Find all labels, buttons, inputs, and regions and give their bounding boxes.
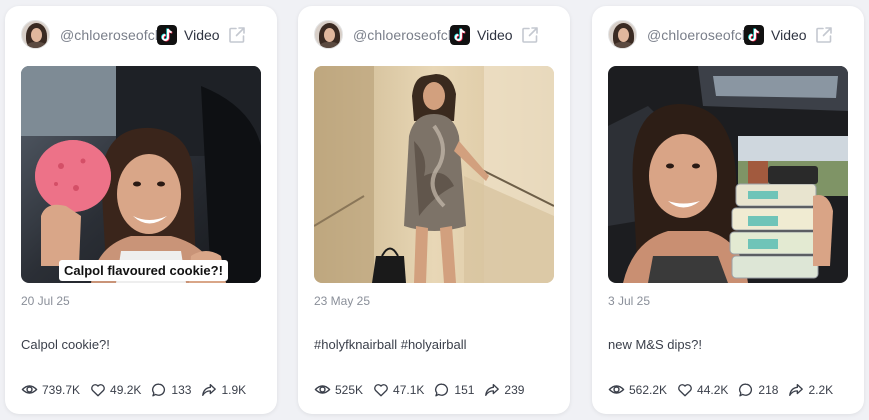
eye-icon xyxy=(608,385,625,394)
likes-count: 49.2K xyxy=(110,382,142,397)
views-stat: 739.7K xyxy=(21,381,80,398)
post-card[interactable]: @chloeroseofcl Video xyxy=(592,6,864,414)
likes-stat: 44.2K xyxy=(677,382,728,398)
post-date: 20 Jul 25 xyxy=(21,294,70,308)
avatar[interactable] xyxy=(608,20,637,49)
eye-icon xyxy=(314,385,331,394)
stats-row: 525K 47.1K 151 239 xyxy=(314,381,534,398)
share-icon xyxy=(789,383,804,396)
likes-stat: 49.2K xyxy=(90,382,141,398)
views-stat: 562.2K xyxy=(608,381,667,398)
stats-row: 562.2K 44.2K 218 2.2K xyxy=(608,381,843,398)
comments-count: 218 xyxy=(758,382,779,397)
external-link-icon[interactable] xyxy=(227,25,247,45)
comments-stat: 133 xyxy=(151,382,191,398)
comment-icon xyxy=(739,383,753,396)
avatar[interactable] xyxy=(314,20,343,49)
shares-count: 239 xyxy=(504,382,525,397)
views-count: 739.7K xyxy=(42,382,81,397)
tiktok-icon xyxy=(450,25,470,45)
shares-count: 1.9K xyxy=(221,382,247,397)
tiktok-icon xyxy=(157,25,177,45)
likes-count: 47.1K xyxy=(393,382,425,397)
views-count: 525K xyxy=(335,382,364,397)
likes-stat: 47.1K xyxy=(373,382,424,398)
comment-icon xyxy=(435,383,449,396)
post-description: new M&S dips?! xyxy=(608,337,702,352)
comment-icon xyxy=(152,383,166,396)
card-header: @chloeroseofcl Video xyxy=(5,6,277,66)
post-card[interactable]: @chloeroseofcl Video xyxy=(5,6,277,414)
heart-icon xyxy=(91,383,105,396)
username[interactable]: @chloeroseofcl xyxy=(647,27,745,43)
shares-stat: 239 xyxy=(484,382,524,398)
card-header: @chloeroseofcl Video xyxy=(298,6,570,66)
views-count: 562.2K xyxy=(629,382,668,397)
share-icon xyxy=(485,383,500,396)
post-type-label: Video xyxy=(477,27,513,43)
share-icon xyxy=(202,383,217,396)
shares-stat: 1.9K xyxy=(201,382,246,398)
post-card[interactable]: @chloeroseofcl Video xyxy=(298,6,570,414)
tiktok-icon xyxy=(744,25,764,45)
comments-count: 133 xyxy=(171,382,192,397)
username[interactable]: @chloeroseofcl xyxy=(60,27,158,43)
comments-stat: 151 xyxy=(434,382,474,398)
heart-icon xyxy=(678,383,692,396)
post-date: 23 May 25 xyxy=(314,294,371,308)
avatar[interactable] xyxy=(21,20,50,49)
views-stat: 525K xyxy=(314,381,363,398)
heart-icon xyxy=(374,383,388,396)
stats-row: 739.7K 49.2K 133 1.9K xyxy=(21,381,256,398)
video-thumbnail[interactable]: Calpol flavoured cookie?! xyxy=(21,66,261,283)
video-thumbnail[interactable] xyxy=(608,66,848,283)
card-header: @chloeroseofcl Video xyxy=(592,6,864,66)
post-type-label: Video xyxy=(771,27,807,43)
video-thumbnail[interactable] xyxy=(314,66,554,283)
shares-count: 2.2K xyxy=(808,382,834,397)
post-date: 3 Jul 25 xyxy=(608,294,651,308)
shares-stat: 2.2K xyxy=(788,382,833,398)
likes-count: 44.2K xyxy=(697,382,729,397)
comments-count: 151 xyxy=(454,382,475,397)
post-description: #holyfknairball #holyairball xyxy=(314,337,467,352)
comments-stat: 218 xyxy=(738,382,778,398)
eye-icon xyxy=(21,385,38,394)
thumbnail-caption: Calpol flavoured cookie?! xyxy=(59,260,228,281)
external-link-icon[interactable] xyxy=(814,25,834,45)
username[interactable]: @chloeroseofcl xyxy=(353,27,451,43)
post-type-label: Video xyxy=(184,27,220,43)
post-description: Calpol cookie?! xyxy=(21,337,110,352)
external-link-icon[interactable] xyxy=(520,25,540,45)
